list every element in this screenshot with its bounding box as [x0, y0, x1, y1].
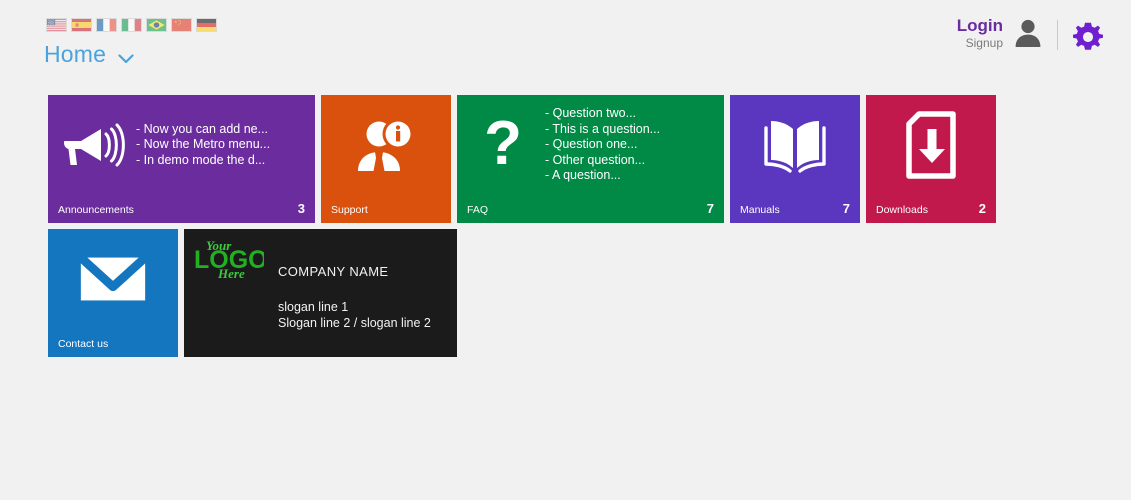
megaphone-icon: [56, 121, 132, 169]
flag-es[interactable]: [71, 18, 92, 32]
flag-us[interactable]: [46, 18, 67, 32]
list-item[interactable]: - Question one...: [545, 137, 660, 153]
slogan-line-2: Slogan line 2 / slogan line 2: [278, 315, 449, 331]
list-item[interactable]: - Now you can add ne...: [136, 122, 270, 138]
open-book-icon: [757, 116, 833, 174]
tile-body: [321, 95, 451, 195]
tile-faq[interactable]: ? - Question two... - This is a question…: [457, 95, 724, 223]
tile-footer: Downloads 2: [866, 201, 996, 216]
tile-item-list: - Now you can add ne... - Now the Metro …: [132, 122, 270, 169]
tile-body: [866, 95, 996, 195]
tile-footer: FAQ 7: [457, 201, 724, 216]
account-labels: Login Signup: [957, 16, 1003, 50]
tile-label: Downloads: [876, 204, 928, 216]
tile-footer: Contact us: [48, 338, 178, 350]
tile-contact-us[interactable]: Contact us: [48, 229, 178, 357]
tile-count: 3: [298, 201, 305, 216]
company-info-panel: Your LOGO Here COMPANY NAME slogan line …: [184, 229, 457, 357]
list-item[interactable]: - In demo mode the d...: [136, 153, 270, 169]
tile-footer: Announcements 3: [48, 201, 315, 216]
login-link[interactable]: Login: [957, 16, 1003, 35]
tile-body: [730, 95, 860, 195]
tile-footer: Support: [321, 204, 451, 216]
header-divider: [1057, 20, 1058, 50]
gear-icon[interactable]: [1073, 22, 1103, 52]
tile-label: Contact us: [58, 338, 108, 350]
company-name: COMPANY NAME: [278, 264, 389, 279]
tile-count: 7: [707, 201, 714, 216]
nav-home[interactable]: Home: [44, 41, 134, 68]
list-item[interactable]: - A question...: [545, 168, 660, 184]
download-document-icon: [893, 111, 969, 179]
page-header: Home Login Signup: [0, 0, 1131, 86]
tile-count: 7: [843, 201, 850, 216]
question-mark-icon: ?: [465, 112, 541, 178]
flag-br[interactable]: [146, 18, 167, 32]
tile-manuals[interactable]: Manuals 7: [730, 95, 860, 223]
flag-de[interactable]: [196, 18, 217, 32]
tile-grid: - Now you can add ne... - Now the Metro …: [48, 95, 1088, 363]
company-logo: Your LOGO Here: [192, 237, 264, 281]
tile-row-2: Contact us Your LOGO Here COMPANY NAME s…: [48, 229, 1088, 357]
flag-cn[interactable]: [171, 18, 192, 32]
tile-announcements[interactable]: - Now you can add ne... - Now the Metro …: [48, 95, 315, 223]
tile-label: Manuals: [740, 204, 780, 216]
tile-downloads[interactable]: Downloads 2: [866, 95, 996, 223]
tile-body: ? - Question two... - This is a question…: [457, 95, 724, 195]
tile-body: [48, 229, 178, 329]
list-item[interactable]: - Question two...: [545, 106, 660, 122]
tile-count: 2: [979, 201, 986, 216]
tile-footer: Manuals 7: [730, 201, 860, 216]
tile-body: - Now you can add ne... - Now the Metro …: [48, 95, 315, 195]
list-item[interactable]: - This is a question...: [545, 122, 660, 138]
page-title: Home: [44, 41, 106, 68]
chevron-down-icon[interactable]: [118, 54, 134, 64]
language-flag-selector[interactable]: [46, 18, 217, 32]
list-item[interactable]: - Other question...: [545, 153, 660, 169]
account-area[interactable]: Login Signup: [957, 16, 1043, 50]
list-item[interactable]: - Now the Metro menu...: [136, 137, 270, 153]
envelope-icon: [75, 249, 151, 309]
company-slogans: slogan line 1 Slogan line 2 / slogan lin…: [278, 299, 449, 331]
support-agent-info-icon: [348, 117, 424, 173]
tile-label: FAQ: [467, 204, 488, 216]
user-avatar-icon[interactable]: [1013, 17, 1043, 49]
flag-it[interactable]: [121, 18, 142, 32]
signup-link[interactable]: Signup: [957, 37, 1003, 50]
tile-support[interactable]: Support: [321, 95, 451, 223]
slogan-line-1: slogan line 1: [278, 299, 449, 315]
svg-text:?: ?: [484, 112, 522, 178]
logo-text-bottom: Here: [217, 266, 245, 281]
tile-label: Support: [331, 204, 368, 216]
tile-item-list: - Question two... - This is a question..…: [541, 106, 660, 184]
company-header: Your LOGO Here COMPANY NAME: [184, 229, 457, 281]
flag-fr[interactable]: [96, 18, 117, 32]
tile-label: Announcements: [58, 204, 134, 216]
tile-row-1: - Now you can add ne... - Now the Metro …: [48, 95, 1088, 223]
